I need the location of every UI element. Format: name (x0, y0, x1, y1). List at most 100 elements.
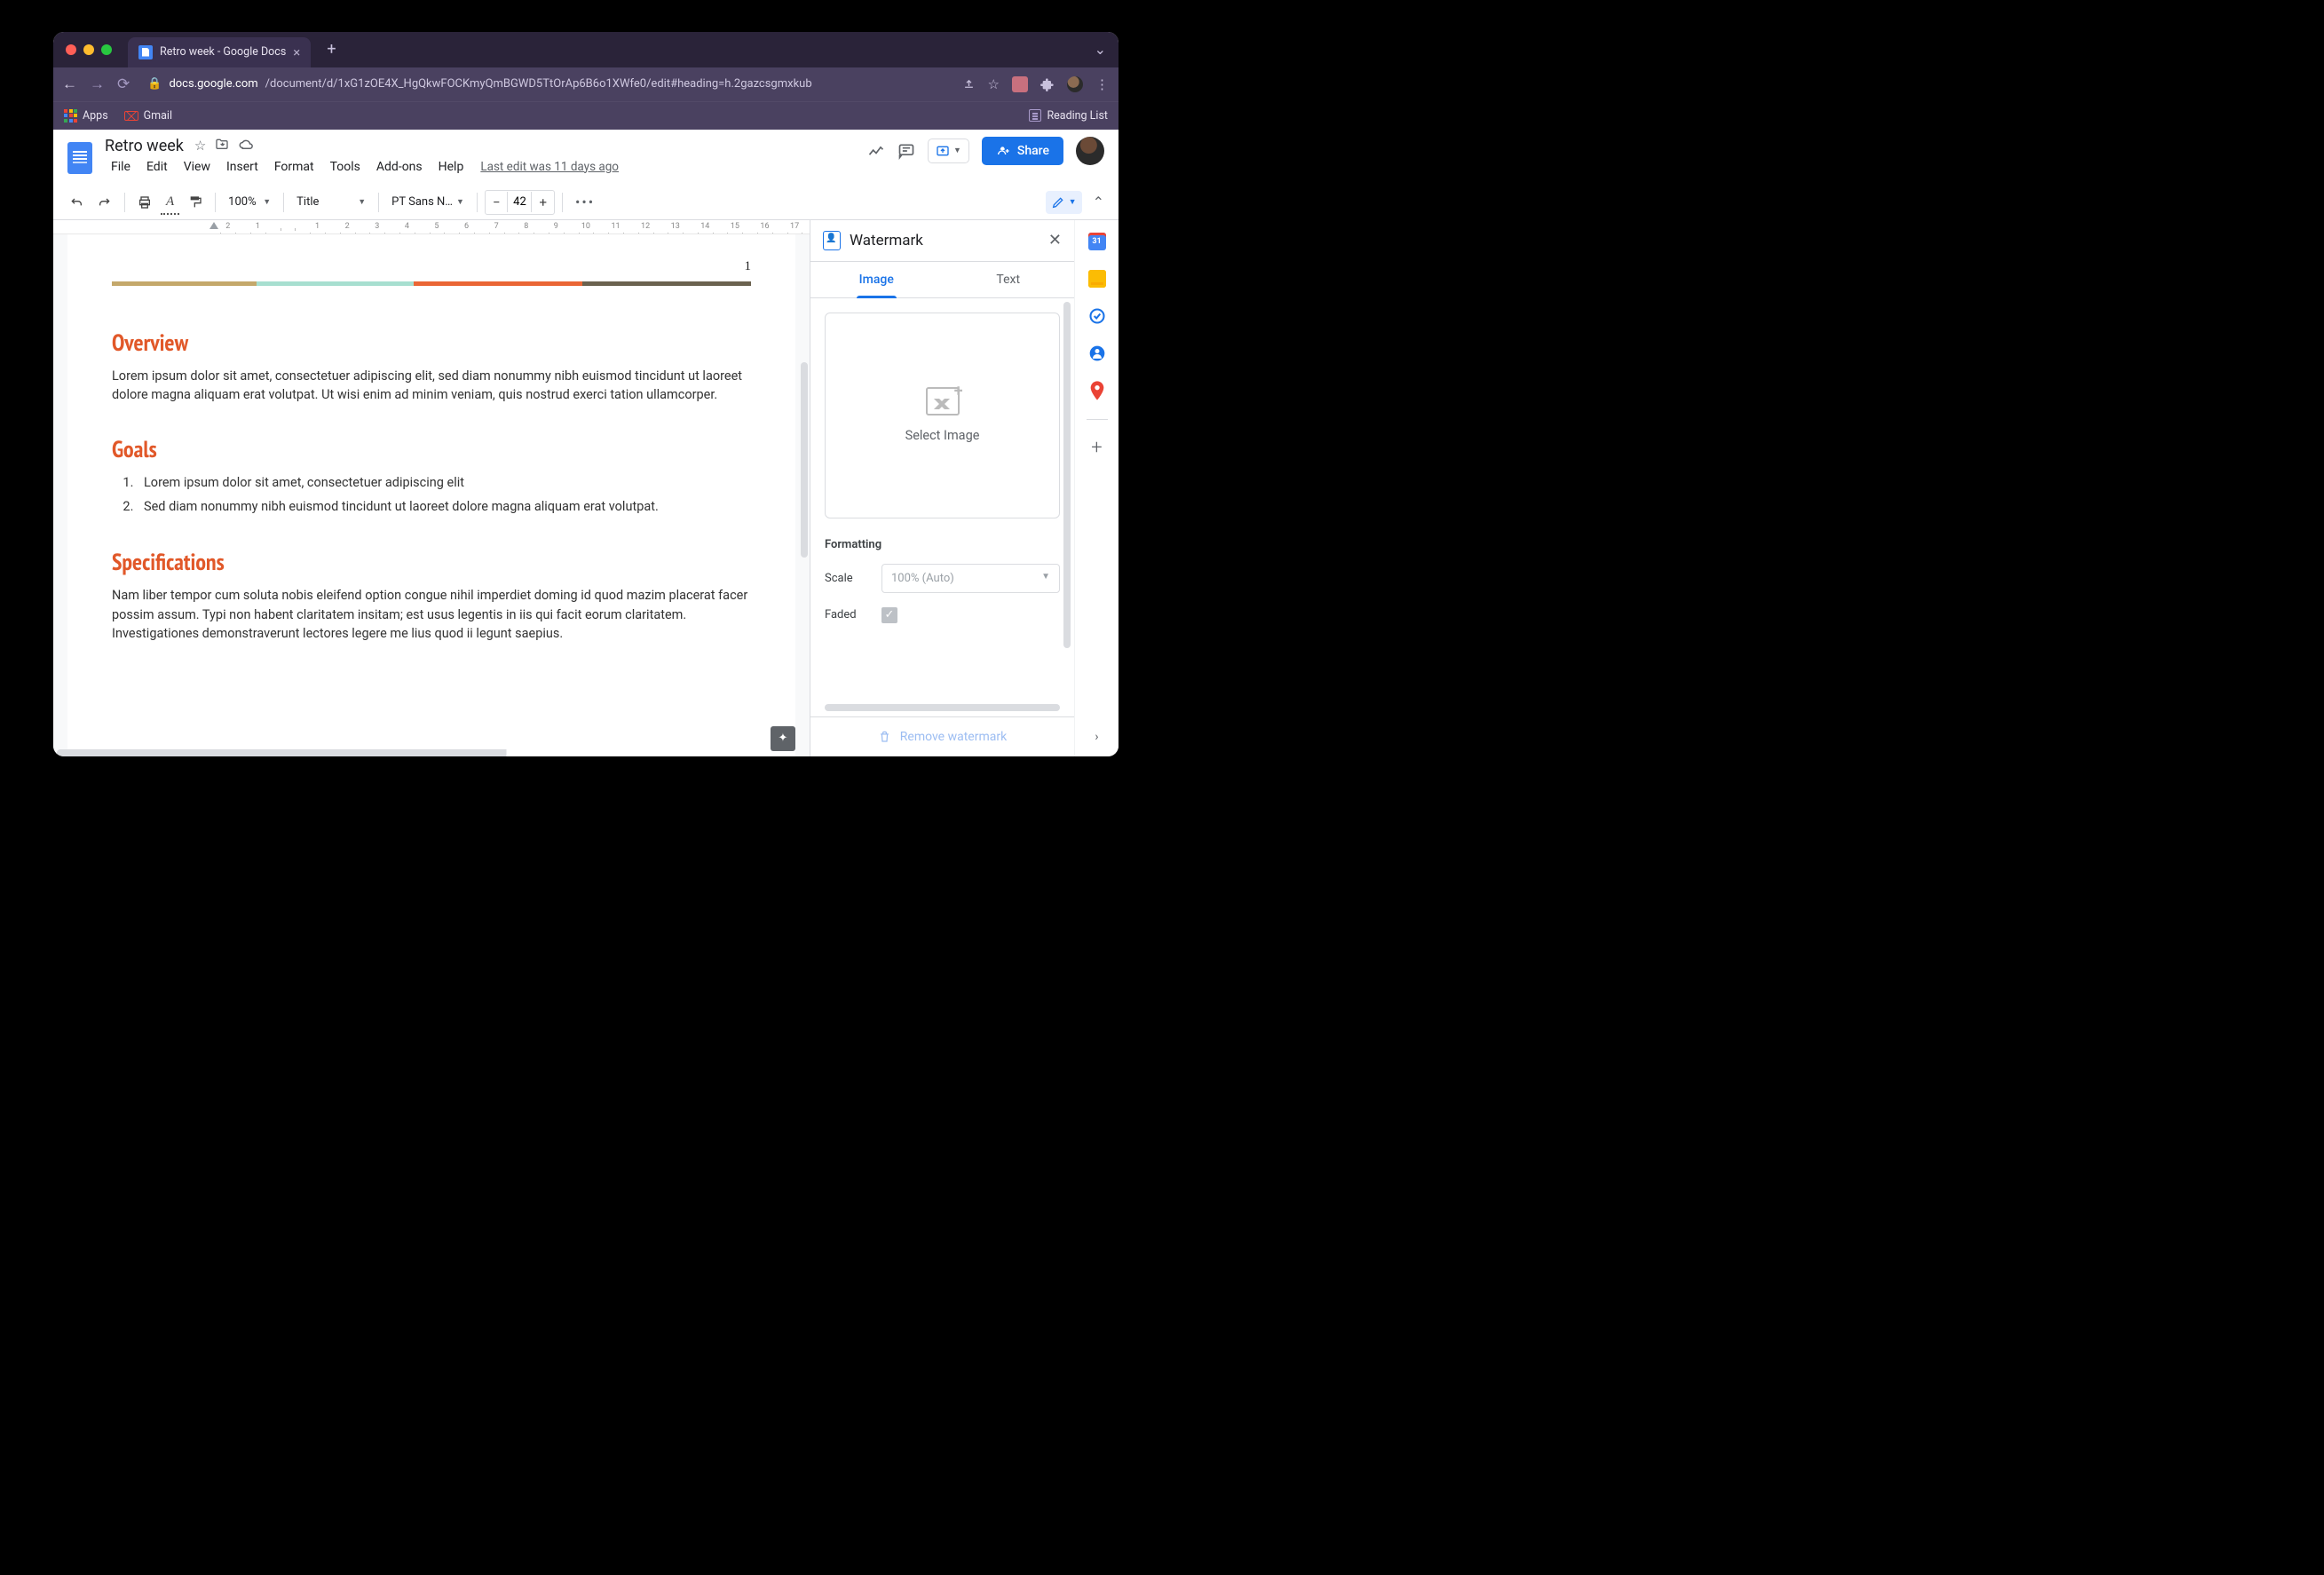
spellcheck-button[interactable]: A (161, 190, 179, 214)
list-item: Lorem ipsum dolor sit amet, consectetuer… (137, 473, 751, 493)
main-area: 2 1 1 2 3 4 5 6 7 8 9 10 11 12 13 14 15 … (53, 220, 1119, 756)
keep-addon-icon[interactable] (1088, 270, 1106, 288)
address-bar-icons: ☆ ⋮ (962, 76, 1110, 92)
vertical-scrollbar[interactable] (801, 362, 808, 558)
editing-mode-button[interactable]: ▼ (1046, 191, 1082, 214)
heading-goals: Goals (112, 435, 751, 464)
scale-select[interactable]: 100% (Auto) ▼ (881, 564, 1060, 593)
faded-checkbox[interactable]: ✓ (881, 607, 897, 623)
menu-format[interactable]: Format (268, 157, 320, 177)
comments-icon[interactable] (897, 142, 915, 160)
horizontal-scrollbar[interactable] (57, 749, 806, 756)
tab-text[interactable]: Text (943, 262, 1075, 297)
get-addons-button[interactable]: + (1088, 439, 1106, 457)
document-title[interactable]: Retro week (105, 137, 184, 155)
font-family-select[interactable]: PT Sans N…▼ (386, 192, 470, 212)
paragraph-overview: Lorem ipsum dolor sit amet, consectetuer… (112, 367, 751, 406)
menu-tools[interactable]: Tools (324, 157, 367, 177)
paint-format-button[interactable] (183, 191, 208, 214)
menu-insert[interactable]: Insert (220, 157, 265, 177)
font-size-increase-button[interactable]: + (532, 191, 554, 214)
present-button[interactable]: ▼ (928, 139, 969, 163)
trash-icon (878, 730, 891, 744)
docs-header-right: ▼ Share (867, 137, 1104, 165)
last-edit-link[interactable]: Last edit was 11 days ago (480, 160, 619, 174)
address-bar: ← → ⟳ 🔒 docs.google.com/document/d/1xG1z… (53, 67, 1119, 101)
chevron-down-icon: ▼ (1041, 572, 1050, 585)
cloud-status-icon[interactable] (238, 138, 254, 154)
menu-help[interactable]: Help (432, 157, 470, 177)
move-document-icon[interactable] (215, 138, 229, 154)
docs-logo-icon (67, 142, 92, 174)
menu-view[interactable]: View (178, 157, 217, 177)
extensions-icon[interactable] (1040, 77, 1055, 91)
share-button[interactable]: Share (982, 137, 1063, 165)
nav-reload-button[interactable]: ⟳ (117, 75, 130, 93)
collapse-rail-button[interactable]: › (1095, 730, 1098, 744)
star-document-icon[interactable]: ☆ (194, 138, 206, 154)
font-size-decrease-button[interactable]: − (486, 191, 508, 214)
menu-addons[interactable]: Add-ons (370, 157, 429, 177)
panel-tabs: Image Text (810, 261, 1074, 298)
document-page[interactable]: 1 Overview Lorem ipsum dolor sit amet, c… (67, 234, 795, 756)
font-size-input[interactable] (507, 192, 532, 212)
remove-watermark-button[interactable]: Remove watermark (810, 716, 1074, 756)
share-page-icon[interactable] (962, 77, 976, 91)
tab-close-button[interactable]: × (293, 44, 300, 60)
browser-window: Retro week - Google Docs × + ⌄ ← → ⟳ 🔒 d… (53, 32, 1119, 756)
reading-list-label: Reading List (1047, 109, 1108, 123)
paragraph-specifications: Nam liber tempor cum soluta nobis eleife… (112, 586, 751, 644)
undo-button[interactable] (64, 192, 89, 213)
menu-edit[interactable]: Edit (140, 157, 174, 177)
url-field[interactable]: 🔒 docs.google.com/document/d/1xG1zOE4X_H… (142, 77, 949, 91)
reading-list-button[interactable]: Reading List (1029, 109, 1108, 123)
paragraph-style-select[interactable]: Title▼ (291, 192, 371, 212)
bookmarks-bar: Apps Gmail Reading List (53, 101, 1119, 130)
site-lock-icon: 🔒 (147, 77, 162, 91)
select-image-button[interactable]: Select Image (825, 313, 1060, 518)
new-tab-button[interactable]: + (318, 40, 344, 59)
account-avatar[interactable] (1076, 137, 1104, 165)
maps-addon-icon[interactable] (1088, 382, 1106, 400)
menu-file[interactable]: File (105, 157, 137, 177)
window-maximize-button[interactable] (101, 44, 112, 55)
image-placeholder-icon (926, 387, 960, 416)
panel-horizontal-scrollbar[interactable] (825, 704, 1060, 711)
header-color-bar (112, 281, 751, 286)
panel-close-button[interactable]: ✕ (1048, 231, 1062, 249)
faded-row: Faded ✓ (825, 607, 1060, 623)
print-button[interactable] (132, 191, 157, 214)
tab-overflow-button[interactable]: ⌄ (1095, 41, 1106, 58)
explore-button[interactable]: ✦ (771, 726, 795, 751)
browser-menu-button[interactable]: ⋮ (1095, 76, 1110, 92)
bookmark-star-icon[interactable]: ☆ (988, 76, 1000, 92)
formatting-toolbar: A 100%▼ Title▼ PT Sans N…▼ − + ••• ▼ ⌃ (53, 185, 1119, 220)
browser-tab[interactable]: Retro week - Google Docs × (128, 37, 311, 67)
profile-avatar-icon[interactable] (1067, 76, 1083, 92)
nav-forward-button[interactable]: → (90, 75, 105, 93)
toolbar-more-button[interactable]: ••• (570, 194, 600, 210)
window-minimize-button[interactable] (83, 44, 94, 55)
window-close-button[interactable] (66, 44, 76, 55)
reading-list-icon (1029, 109, 1041, 122)
tasks-addon-icon[interactable] (1088, 307, 1106, 325)
page-number: 1 (112, 259, 751, 274)
horizontal-ruler[interactable]: 2 1 1 2 3 4 5 6 7 8 9 10 11 12 13 14 15 … (53, 220, 810, 234)
tab-image[interactable]: Image (810, 262, 943, 297)
collapse-toolbar-button[interactable]: ⌃ (1089, 190, 1108, 214)
bookmark-gmail-label: Gmail (144, 109, 172, 123)
bookmark-gmail[interactable]: Gmail (124, 109, 172, 123)
docs-home-button[interactable] (64, 137, 96, 179)
docs-header: Retro week ☆ File Edit View Insert Forma… (53, 130, 1119, 179)
calendar-addon-icon[interactable]: 31 (1088, 233, 1106, 250)
lens-extension-icon[interactable] (1012, 76, 1028, 92)
bookmark-apps[interactable]: Apps (64, 109, 108, 123)
activity-trend-icon[interactable] (867, 144, 885, 158)
redo-button[interactable] (92, 192, 117, 213)
panel-header: Watermark ✕ (810, 220, 1074, 261)
nav-back-button[interactable]: ← (62, 75, 77, 93)
contacts-addon-icon[interactable] (1088, 344, 1106, 362)
panel-title: Watermark (850, 232, 923, 249)
panel-scrollbar[interactable] (1063, 302, 1071, 648)
zoom-select[interactable]: 100%▼ (223, 192, 276, 212)
